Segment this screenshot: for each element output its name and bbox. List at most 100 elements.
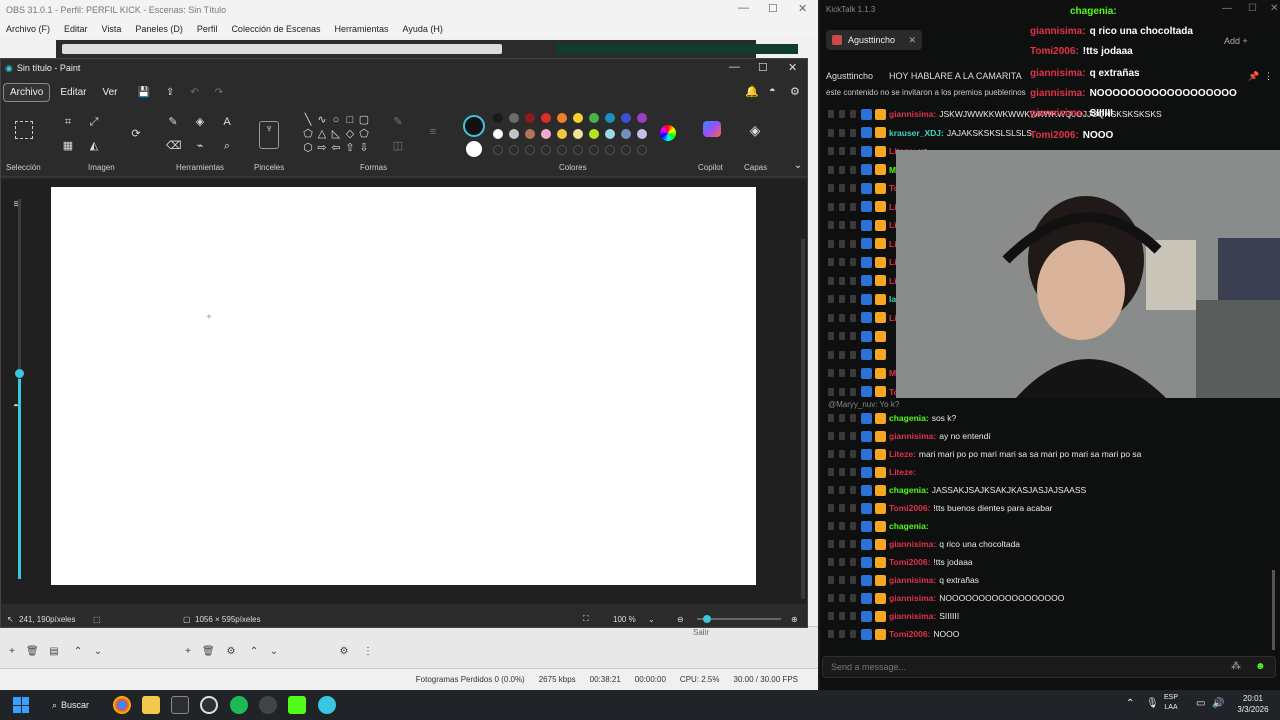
chat-username[interactable]: giannisima: bbox=[889, 593, 936, 603]
color-swatch[interactable] bbox=[589, 113, 599, 123]
mod-action-icon[interactable] bbox=[850, 295, 856, 303]
mod-action-icon[interactable] bbox=[839, 110, 845, 118]
arrow-down-icon[interactable]: ⌄ bbox=[92, 646, 104, 658]
mod-action-icon[interactable] bbox=[839, 576, 845, 584]
mod-action-icon[interactable] bbox=[850, 276, 856, 285]
chat-username[interactable]: Tomi2006: bbox=[889, 503, 930, 513]
chat-input[interactable]: Send a message... ⁂ ☻ bbox=[822, 656, 1276, 678]
mod-action-icon[interactable] bbox=[828, 522, 834, 530]
text-icon[interactable]: A bbox=[220, 115, 234, 129]
zoom-dropdown-icon[interactable]: ⌄ bbox=[648, 615, 655, 624]
mod-action-icon[interactable] bbox=[850, 558, 856, 566]
mod-action-icon[interactable] bbox=[828, 147, 834, 155]
streamer-name[interactable]: Agusttincho bbox=[826, 71, 873, 81]
mod-action-icon[interactable] bbox=[828, 128, 834, 137]
mod-action-icon[interactable] bbox=[850, 239, 856, 248]
color-swatch[interactable] bbox=[509, 129, 519, 139]
arrow-down-shape-icon[interactable]: ⇩ bbox=[357, 141, 371, 155]
color-swatch[interactable] bbox=[493, 129, 503, 139]
color-swatch[interactable] bbox=[525, 129, 535, 139]
mod-action-icon[interactable] bbox=[839, 414, 845, 422]
emote-picker-icon[interactable]: ⁂ bbox=[1231, 661, 1241, 672]
color-swatch[interactable] bbox=[621, 129, 631, 139]
mod-action-icon[interactable] bbox=[828, 387, 834, 396]
mod-action-icon[interactable] bbox=[850, 202, 856, 211]
zoom-slider[interactable] bbox=[697, 615, 781, 623]
menu-archivo[interactable]: Archivo (F) bbox=[6, 24, 50, 34]
mod-action-icon[interactable] bbox=[839, 239, 845, 248]
color2-swatch[interactable] bbox=[466, 141, 482, 157]
language-indicator[interactable]: ESP LAA bbox=[1164, 693, 1178, 713]
pentagon-icon[interactable]: ⬠ bbox=[357, 127, 371, 141]
source-down-icon[interactable]: ⌄ bbox=[268, 646, 280, 658]
mod-action-icon[interactable] bbox=[839, 630, 845, 638]
mod-action-icon[interactable] bbox=[839, 128, 845, 137]
color-swatch[interactable] bbox=[605, 129, 615, 139]
eraser-icon[interactable]: ⌫ bbox=[166, 139, 182, 153]
mod-action-icon[interactable] bbox=[828, 558, 834, 566]
account-icon[interactable]: ◓ bbox=[769, 85, 776, 97]
mod-action-icon[interactable] bbox=[839, 350, 845, 359]
mod-action-icon[interactable] bbox=[850, 594, 856, 602]
selection-icon[interactable] bbox=[15, 121, 33, 139]
mod-action-icon[interactable] bbox=[850, 369, 856, 377]
source-up-icon[interactable]: ⌃ bbox=[248, 646, 260, 658]
custom-color-slot[interactable] bbox=[493, 145, 503, 155]
tab-close-icon[interactable]: ✕ bbox=[908, 35, 916, 46]
resize-icon[interactable]: ⤢ bbox=[87, 115, 101, 129]
custom-color-slot[interactable] bbox=[605, 145, 615, 155]
menu-herramientas[interactable]: Herramientas bbox=[335, 24, 389, 34]
add-source-icon[interactable]: + bbox=[182, 646, 194, 658]
taskbar-clock[interactable]: 20:01 3/3/2026 bbox=[1228, 693, 1278, 717]
mod-action-icon[interactable] bbox=[828, 295, 834, 303]
color-swatch[interactable] bbox=[493, 113, 503, 123]
chat-scrollbar[interactable] bbox=[1272, 570, 1275, 650]
mod-action-icon[interactable] bbox=[828, 369, 834, 377]
mod-action-icon[interactable] bbox=[828, 540, 834, 548]
share-icon[interactable]: ⇪ bbox=[160, 84, 180, 101]
mod-action-icon[interactable] bbox=[839, 258, 845, 266]
mod-action-icon[interactable] bbox=[828, 239, 834, 248]
mod-action-icon[interactable] bbox=[850, 387, 856, 396]
mod-action-icon[interactable] bbox=[828, 594, 834, 602]
close-icon[interactable]: ✕ bbox=[798, 2, 807, 15]
filter-icon[interactable]: ▤ bbox=[48, 646, 60, 658]
arrow-right-icon[interactable]: ⇨ bbox=[315, 141, 329, 155]
edit-colors-icon[interactable] bbox=[660, 125, 676, 141]
custom-color-slot[interactable] bbox=[557, 145, 567, 155]
rounded-rect-icon[interactable]: ▢ bbox=[357, 113, 371, 127]
tray-expand-icon[interactable]: ⌃ bbox=[1126, 698, 1134, 709]
mod-action-icon[interactable] bbox=[828, 486, 834, 494]
chat-username[interactable]: Tomi2006: bbox=[889, 629, 930, 639]
mod-action-icon[interactable] bbox=[839, 313, 845, 322]
color-swatch[interactable] bbox=[557, 113, 567, 123]
mod-action-icon[interactable] bbox=[839, 332, 845, 340]
triangle-icon[interactable]: △ bbox=[315, 127, 329, 141]
size-icon[interactable]: ≡ bbox=[426, 125, 440, 139]
magnifier-icon[interactable]: ⌕ bbox=[220, 139, 234, 153]
mod-action-icon[interactable] bbox=[839, 450, 845, 458]
mod-action-icon[interactable] bbox=[850, 486, 856, 494]
app-icon[interactable] bbox=[259, 696, 277, 714]
network-icon[interactable]: ▭ bbox=[1196, 698, 1205, 709]
remove-source-icon[interactable]: 🗑 bbox=[202, 646, 215, 658]
settings-icon[interactable]: ⚙ bbox=[790, 85, 800, 98]
custom-color-slot[interactable] bbox=[509, 145, 519, 155]
color-swatch[interactable] bbox=[621, 113, 631, 123]
kick-icon[interactable] bbox=[288, 696, 306, 714]
color-swatch[interactable] bbox=[541, 129, 551, 139]
fit-icon[interactable]: ⛶ bbox=[583, 614, 589, 624]
chrome-icon[interactable] bbox=[113, 696, 131, 714]
chat-username[interactable]: giannisima: bbox=[889, 539, 936, 549]
chat-username[interactable]: chagenia: bbox=[889, 413, 929, 423]
trash-icon[interactable]: 🗑 bbox=[26, 646, 39, 658]
color-swatch[interactable] bbox=[605, 113, 615, 123]
pencil-icon[interactable]: ✎ bbox=[166, 115, 180, 129]
save-icon[interactable]: 💾 bbox=[132, 84, 156, 101]
mod-action-icon[interactable] bbox=[828, 258, 834, 266]
chat-username[interactable]: Tomi2006: bbox=[889, 557, 930, 567]
notification-icon[interactable]: 🔔 bbox=[745, 85, 759, 98]
mod-action-icon[interactable] bbox=[839, 147, 845, 155]
mod-action-icon[interactable] bbox=[839, 558, 845, 566]
color-swatch[interactable] bbox=[573, 113, 583, 123]
